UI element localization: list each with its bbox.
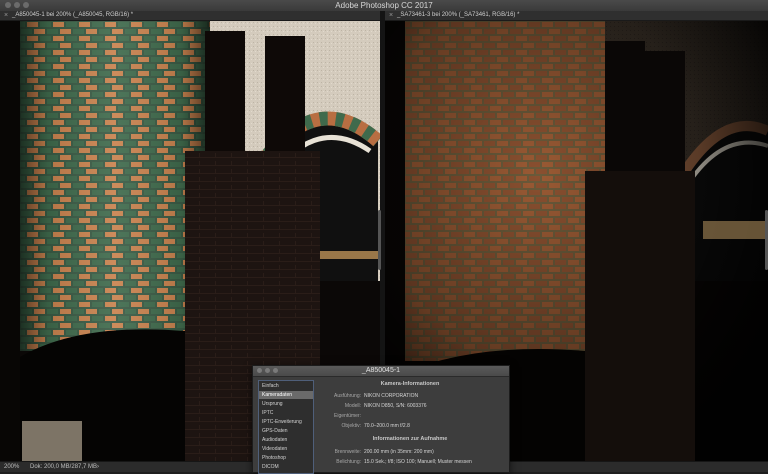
field-value: 70.0–200.0 mm f/2.8 xyxy=(364,423,410,429)
field-value: NIKON D850, S/N: 6003376 xyxy=(364,403,427,409)
dialog-titlebar[interactable]: _A850045-1 xyxy=(253,366,509,377)
category-item[interactable]: DICOM xyxy=(259,463,313,471)
tab-right[interactable]: × _SA73461-3 bei 200% (_SA73461, RGB/16)… xyxy=(385,11,768,21)
close-icon[interactable]: × xyxy=(4,11,8,20)
scrollbar-left[interactable] xyxy=(378,210,381,270)
dialog-title: _A850045-1 xyxy=(361,367,401,374)
field-label: Objektiv: xyxy=(341,423,361,429)
field-value: 200.00 mm (in 35mm: 200 mm) xyxy=(364,449,434,455)
field-value: NIKON CORPORATION xyxy=(364,393,419,399)
category-item[interactable]: Kameradaten xyxy=(259,391,313,399)
app-title: Adobe Photoshop CC 2017 xyxy=(335,1,433,10)
field-label: Eigentümer: xyxy=(334,413,361,419)
section-heading: Kamera-Informationen xyxy=(380,381,440,387)
category-item[interactable]: Videodaten xyxy=(259,445,313,453)
field-value: 15.0 Sek.; f/8; ISO 100; Manuell; Muster… xyxy=(364,459,472,465)
category-item[interactable]: GPS-Daten xyxy=(259,427,313,435)
field-label: Modell: xyxy=(344,403,361,409)
tab-right-label: _SA73461-3 bei 200% (_SA73461, RGB/16) * xyxy=(397,12,520,18)
close-icon[interactable]: × xyxy=(389,11,393,20)
field-label: Belichtung: xyxy=(336,459,361,465)
section-heading: Informationen zur Aufnahme xyxy=(372,436,448,442)
tab-left[interactable]: × _A850045-1 bei 200% (_A850045, RGB/16)… xyxy=(0,11,380,21)
category-list: Einfach Kameradaten Ursprung IPTC IPTC-E… xyxy=(258,380,314,474)
category-item[interactable]: IPTC-Erweiterung xyxy=(259,418,313,426)
field-label: Brennweite: xyxy=(334,449,361,455)
field-label: Ausführung: xyxy=(334,393,361,399)
category-item[interactable]: Ursprung xyxy=(259,400,313,408)
category-item[interactable]: Einfach xyxy=(259,382,313,390)
file-info-dialog: _A850045-1 Einfach Kameradaten Ursprung … xyxy=(252,365,510,474)
category-item[interactable]: Photoshop xyxy=(259,454,313,462)
category-item[interactable]: Audiodaten xyxy=(259,436,313,444)
tab-left-label: _A850045-1 bei 200% (_A850045, RGB/16) * xyxy=(12,12,134,18)
category-item[interactable]: IPTC xyxy=(259,409,313,417)
